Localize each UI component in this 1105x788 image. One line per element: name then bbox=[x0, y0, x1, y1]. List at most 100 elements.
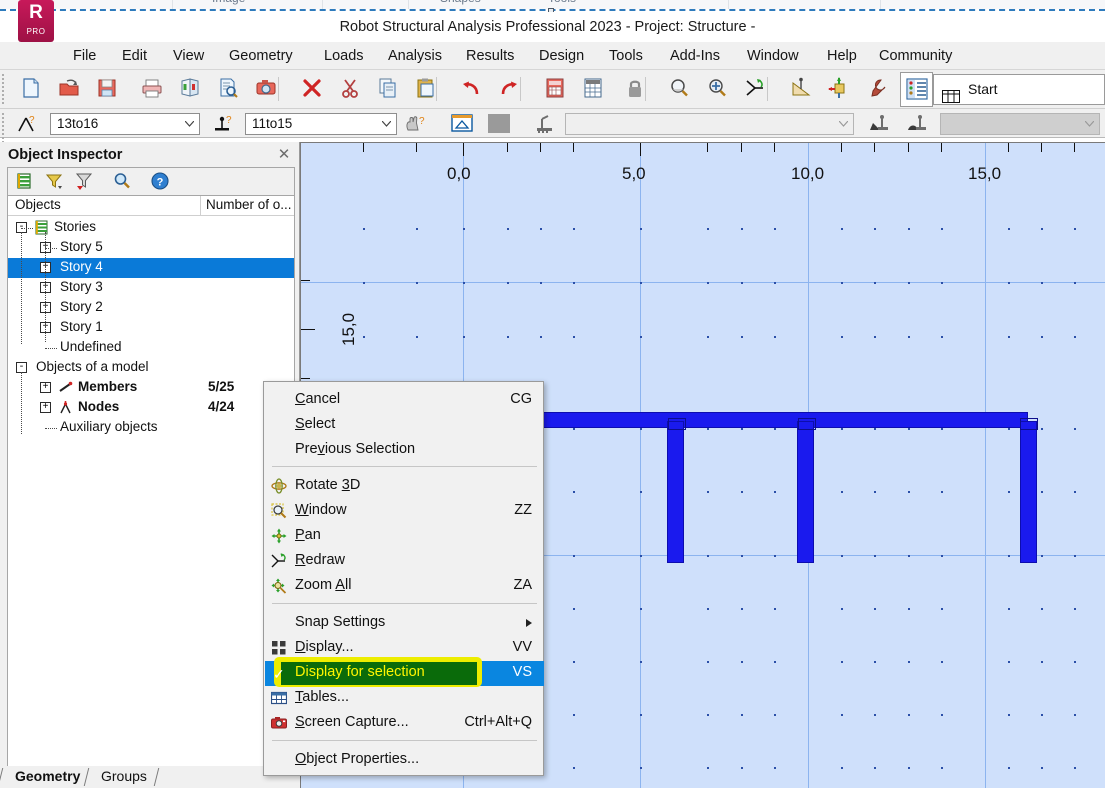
menu-community[interactable]: Community bbox=[874, 42, 957, 70]
node-marker[interactable] bbox=[668, 418, 686, 430]
node-selection-input[interactable]: 11to15 bbox=[245, 113, 397, 135]
grid-dot bbox=[1041, 336, 1043, 338]
tree-item-stories[interactable]: - Stories bbox=[8, 218, 294, 238]
menu-loads[interactable]: Loads bbox=[319, 42, 369, 70]
grid-dot bbox=[941, 491, 943, 493]
column-member[interactable] bbox=[1020, 421, 1037, 563]
menu-results[interactable]: Results bbox=[461, 42, 519, 70]
column-member[interactable] bbox=[667, 421, 684, 563]
tree-expander[interactable]: + bbox=[40, 382, 51, 393]
hand-help-icon[interactable]: ? bbox=[404, 114, 428, 134]
object-inspector-tree[interactable]: Objects Number of o... - Stories + Story 5 +… bbox=[7, 195, 295, 770]
stories-icon[interactable] bbox=[14, 171, 38, 193]
tree-item-nodes[interactable]: + Nodes 4/24 bbox=[8, 398, 294, 418]
menu-help[interactable]: Help bbox=[822, 42, 862, 70]
grid-dot bbox=[640, 491, 642, 493]
menu-window[interactable]: Window bbox=[742, 42, 804, 70]
grid-dot bbox=[640, 282, 642, 284]
menu-view[interactable]: View bbox=[168, 42, 209, 70]
menu-item-previous-selection[interactable]: Previous Selection bbox=[265, 438, 544, 463]
chevron-down-icon[interactable] bbox=[185, 121, 194, 127]
support-selection-input[interactable] bbox=[565, 113, 854, 135]
snapshot-camera-icon[interactable] bbox=[251, 74, 281, 104]
tree-item-story-3[interactable]: + Story 3 bbox=[8, 278, 294, 298]
menu-item-pan[interactable]: Pan bbox=[265, 524, 544, 549]
material-swatch-icon[interactable] bbox=[488, 114, 510, 133]
layout-start-field[interactable]: Start bbox=[933, 74, 1105, 105]
object-inspector-toolbar: ? bbox=[7, 167, 295, 195]
chevron-down-icon[interactable] bbox=[839, 121, 848, 127]
preferences-wrench-icon[interactable] bbox=[862, 74, 892, 104]
undo-icon[interactable] bbox=[456, 74, 486, 104]
tree-item-objects-of-a-model[interactable]: - Objects of a model bbox=[8, 358, 294, 378]
menu-file[interactable]: File bbox=[68, 42, 101, 70]
menu-design[interactable]: Design bbox=[534, 42, 589, 70]
tab-groups[interactable]: Groups bbox=[92, 766, 156, 788]
member-selection-icon[interactable]: ? bbox=[16, 114, 38, 134]
menu-item-zoom-all[interactable]: Zoom All ZA bbox=[265, 574, 544, 599]
page-setup-icon[interactable] bbox=[213, 74, 243, 104]
support-add-icon[interactable] bbox=[906, 113, 932, 134]
menu-geometry[interactable]: Geometry bbox=[224, 42, 298, 70]
beam-member[interactable] bbox=[541, 412, 1028, 428]
tables-icon[interactable] bbox=[578, 74, 608, 104]
menu-edit[interactable]: Edit bbox=[117, 42, 152, 70]
menu-item-display-for-selection[interactable]: ✓ Display for selection VS bbox=[265, 661, 544, 686]
tree-item-story-4[interactable]: + Story 4 bbox=[8, 258, 294, 278]
close-icon[interactable]: ✕ bbox=[275, 146, 293, 164]
tab-geometry[interactable]: Geometry bbox=[6, 766, 89, 788]
svg-text:?: ? bbox=[226, 115, 232, 126]
menu-item-window[interactable]: Window ZZ bbox=[265, 499, 544, 524]
menu-item-cancel[interactable]: Cancel CG bbox=[265, 388, 544, 413]
print-preview-icon[interactable] bbox=[175, 74, 205, 104]
menu-add-ins[interactable]: Add-Ins bbox=[665, 42, 725, 70]
tree-item-story-2[interactable]: + Story 2 bbox=[8, 298, 294, 318]
menu-item-tables[interactable]: Tables... bbox=[265, 686, 544, 711]
grid-dot bbox=[841, 228, 843, 230]
tree-expander[interactable]: + bbox=[40, 402, 51, 413]
section-shape-icon[interactable] bbox=[450, 112, 474, 135]
menu-analysis[interactable]: Analysis bbox=[383, 42, 447, 70]
release-selection-input[interactable] bbox=[940, 113, 1100, 135]
menu-item-snap-settings[interactable]: Snap Settings bbox=[265, 611, 544, 636]
menu-item-screen-capture[interactable]: Screen Capture... Ctrl+Alt+Q bbox=[265, 711, 544, 736]
tree-item-story-1[interactable]: + Story 1 bbox=[8, 318, 294, 338]
layout-list-icon[interactable] bbox=[900, 72, 933, 107]
new-file-icon[interactable] bbox=[16, 74, 46, 104]
redraw-icon[interactable] bbox=[740, 74, 770, 104]
node-selection-icon[interactable]: ? bbox=[212, 114, 234, 134]
node-marker[interactable] bbox=[798, 418, 816, 430]
node-marker[interactable] bbox=[1020, 418, 1038, 430]
view-3d-axes-icon[interactable] bbox=[824, 74, 854, 104]
delete-x-icon[interactable] bbox=[297, 74, 327, 104]
toolbar-grip[interactable] bbox=[2, 74, 6, 104]
save-disk-icon[interactable] bbox=[92, 74, 122, 104]
member-selection-input[interactable]: 13to16 bbox=[50, 113, 200, 135]
support-edit-icon[interactable] bbox=[868, 113, 894, 134]
grid-dot bbox=[463, 228, 465, 230]
chevron-down-icon[interactable] bbox=[1085, 121, 1094, 127]
menu-item-redraw[interactable]: Redraw bbox=[265, 549, 544, 574]
cut-scissors-icon[interactable] bbox=[335, 74, 365, 104]
help-icon[interactable]: ? bbox=[150, 171, 174, 193]
menu-item-object-properties[interactable]: Object Properties... bbox=[265, 748, 544, 773]
calculations-icon[interactable] bbox=[540, 74, 570, 104]
menu-item-rotate-3d[interactable]: Rotate 3D bbox=[265, 474, 544, 499]
zoom-out-icon[interactable] bbox=[664, 74, 694, 104]
menu-tools[interactable]: Tools bbox=[604, 42, 648, 70]
menu-item-select[interactable]: Select bbox=[265, 413, 544, 438]
robot-app-logo[interactable]: R PRO bbox=[18, 0, 54, 42]
column-member[interactable] bbox=[797, 421, 814, 563]
filter-icon[interactable] bbox=[44, 171, 68, 193]
copy-icon[interactable] bbox=[373, 74, 403, 104]
toolbar2-grip[interactable] bbox=[2, 113, 6, 143]
tree-item-members[interactable]: + Members 5/25 bbox=[8, 378, 294, 398]
dimension-icon[interactable] bbox=[786, 74, 816, 104]
print-icon[interactable] bbox=[137, 74, 167, 104]
zoom-pan-icon[interactable] bbox=[702, 74, 732, 104]
support-icon[interactable] bbox=[534, 113, 558, 134]
open-folder-icon[interactable] bbox=[54, 74, 84, 104]
search-icon[interactable] bbox=[112, 171, 136, 193]
chevron-down-icon[interactable] bbox=[382, 121, 391, 127]
filter-off-icon[interactable] bbox=[74, 171, 98, 193]
